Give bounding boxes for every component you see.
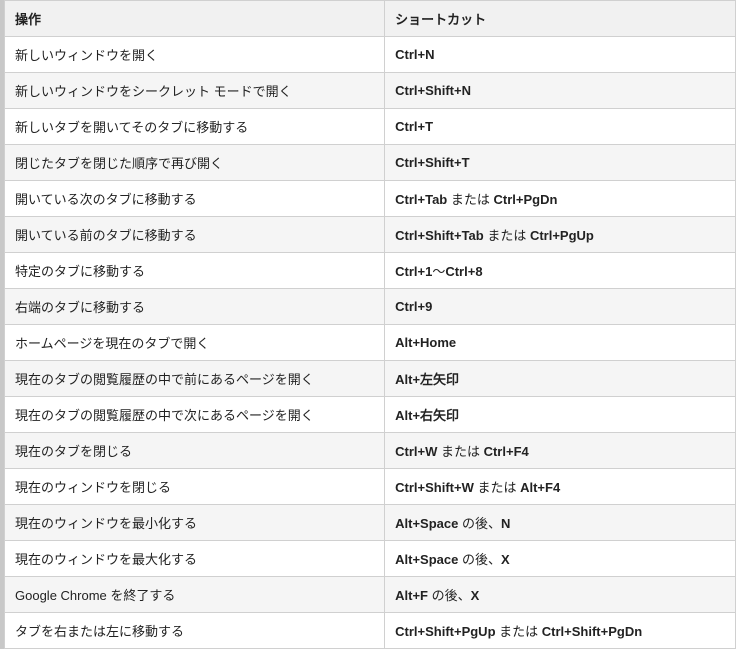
- action-cell: 現在のタブを閉じる: [5, 433, 385, 469]
- shortcut-text: の後、: [428, 588, 471, 603]
- shortcut-key: Ctrl+8: [445, 264, 482, 279]
- action-cell: タブを右または左に移動する: [5, 613, 385, 649]
- shortcut-key: Alt+Home: [395, 335, 456, 350]
- action-cell: 現在のウィンドウを最大化する: [5, 541, 385, 577]
- shortcut-cell: Alt+Space の後、X: [385, 541, 736, 577]
- action-cell: 開いている前のタブに移動する: [5, 217, 385, 253]
- table-row: 現在のタブの閲覧履歴の中で次にあるページを開く Alt+右矢印: [5, 397, 736, 433]
- header-shortcut: ショートカット: [385, 1, 736, 37]
- shortcut-key: Ctrl+PgUp: [530, 228, 594, 243]
- shortcut-key: Ctrl+Tab: [395, 192, 447, 207]
- shortcut-key: Ctrl+1: [395, 264, 432, 279]
- shortcut-key: Ctrl+Shift+Tab: [395, 228, 484, 243]
- table-row: 新しいウィンドウをシークレット モードで開く Ctrl+Shift+N: [5, 73, 736, 109]
- action-cell: 開いている次のタブに移動する: [5, 181, 385, 217]
- shortcut-cell: Ctrl+9: [385, 289, 736, 325]
- shortcut-key: Ctrl+F4: [484, 444, 529, 459]
- action-cell: 閉じたタブを閉じた順序で再び開く: [5, 145, 385, 181]
- shortcut-text: ～: [432, 264, 445, 279]
- shortcut-key: Ctrl+W: [395, 444, 437, 459]
- action-cell: 現在のタブの閲覧履歴の中で次にあるページを開く: [5, 397, 385, 433]
- shortcut-cell: Ctrl+1～Ctrl+8: [385, 253, 736, 289]
- shortcut-cell: Alt+左矢印: [385, 361, 736, 397]
- shortcut-key: Alt+F4: [520, 480, 560, 495]
- shortcut-key: Ctrl+9: [395, 299, 432, 314]
- table-row: 開いている前のタブに移動するCtrl+Shift+Tab または Ctrl+Pg…: [5, 217, 736, 253]
- table-row: 現在のウィンドウを閉じるCtrl+Shift+W または Alt+F4: [5, 469, 736, 505]
- shortcut-cell: Alt+Space の後、N: [385, 505, 736, 541]
- shortcut-text: の後、: [458, 552, 501, 567]
- table-row: Google Chrome を終了するAlt+F の後、X: [5, 577, 736, 613]
- table-row: 現在のウィンドウを最小化するAlt+Space の後、N: [5, 505, 736, 541]
- table-row: 現在のウィンドウを最大化するAlt+Space の後、X: [5, 541, 736, 577]
- shortcut-key: Ctrl+Shift+T: [395, 155, 469, 170]
- table-row: タブを右または左に移動するCtrl+Shift+PgUp または Ctrl+Sh…: [5, 613, 736, 649]
- shortcut-cell: Ctrl+Shift+N: [385, 73, 736, 109]
- action-cell: 現在のタブの閲覧履歴の中で前にあるページを開く: [5, 361, 385, 397]
- table-row: 閉じたタブを閉じた順序で再び開く Ctrl+Shift+T: [5, 145, 736, 181]
- shortcut-text: または: [496, 624, 542, 639]
- table-row: ホームページを現在のタブで開く Alt+Home: [5, 325, 736, 361]
- shortcut-table: 操作 ショートカット 新しいウィンドウを開く Ctrl+N 新しいウィンドウをシーク…: [4, 0, 736, 649]
- shortcut-key: Alt+Space: [395, 516, 458, 531]
- shortcut-cell: Ctrl+Shift+T: [385, 145, 736, 181]
- shortcut-cell: Ctrl+T: [385, 109, 736, 145]
- shortcut-key: Alt+F: [395, 588, 428, 603]
- table-row: 開いている次のタブに移動するCtrl+Tab または Ctrl+PgDn: [5, 181, 736, 217]
- shortcut-key: Alt+Space: [395, 552, 458, 567]
- action-cell: ホームページを現在のタブで開く: [5, 325, 385, 361]
- header-action: 操作: [5, 1, 385, 37]
- shortcut-text: または: [437, 444, 483, 459]
- shortcut-cell: Alt+F の後、X: [385, 577, 736, 613]
- action-cell: 現在のウィンドウを最小化する: [5, 505, 385, 541]
- table-row: 右端のタブに移動する Ctrl+9: [5, 289, 736, 325]
- action-cell: 現在のウィンドウを閉じる: [5, 469, 385, 505]
- shortcut-key: X: [471, 588, 480, 603]
- shortcut-cell: Alt+Home: [385, 325, 736, 361]
- shortcut-key: N: [501, 516, 510, 531]
- table-row: 現在のタブの閲覧履歴の中で前にあるページを開く Alt+左矢印: [5, 361, 736, 397]
- shortcut-key: Alt+右矢印: [395, 408, 459, 423]
- action-cell: 特定のタブに移動する: [5, 253, 385, 289]
- shortcut-text: の後、: [458, 516, 501, 531]
- shortcut-key: X: [501, 552, 510, 567]
- shortcut-text: または: [447, 192, 493, 207]
- shortcut-key: Alt+左矢印: [395, 372, 459, 387]
- shortcut-text: または: [484, 228, 530, 243]
- shortcut-cell: Ctrl+Shift+W または Alt+F4: [385, 469, 736, 505]
- shortcut-key: Ctrl+Shift+PgDn: [542, 624, 642, 639]
- table-row: 特定のタブに移動するCtrl+1～Ctrl+8: [5, 253, 736, 289]
- action-cell: 新しいウィンドウを開く: [5, 37, 385, 73]
- table-row: 現在のタブを閉じるCtrl+W または Ctrl+F4: [5, 433, 736, 469]
- shortcut-table-container: 操作 ショートカット 新しいウィンドウを開く Ctrl+N 新しいウィンドウをシーク…: [0, 0, 736, 649]
- shortcut-key: Ctrl+PgDn: [493, 192, 557, 207]
- shortcut-key: Ctrl+Shift+N: [395, 83, 471, 98]
- table-row: 新しいウィンドウを開く Ctrl+N: [5, 37, 736, 73]
- shortcut-cell: Ctrl+Tab または Ctrl+PgDn: [385, 181, 736, 217]
- shortcut-key: Ctrl+Shift+PgUp: [395, 624, 495, 639]
- table-row: 新しいタブを開いてそのタブに移動する Ctrl+T: [5, 109, 736, 145]
- shortcut-cell: Alt+右矢印: [385, 397, 736, 433]
- action-cell: 新しいウィンドウをシークレット モードで開く: [5, 73, 385, 109]
- shortcut-cell: Ctrl+Shift+PgUp または Ctrl+Shift+PgDn: [385, 613, 736, 649]
- action-cell: 新しいタブを開いてそのタブに移動する: [5, 109, 385, 145]
- shortcut-text: または: [474, 480, 520, 495]
- shortcut-cell: Ctrl+N: [385, 37, 736, 73]
- shortcut-key: Ctrl+T: [395, 119, 433, 134]
- action-cell: Google Chrome を終了する: [5, 577, 385, 613]
- shortcut-cell: Ctrl+W または Ctrl+F4: [385, 433, 736, 469]
- action-cell: 右端のタブに移動する: [5, 289, 385, 325]
- shortcut-key: Ctrl+Shift+W: [395, 480, 474, 495]
- shortcut-key: Ctrl+N: [395, 47, 434, 62]
- table-header-row: 操作 ショートカット: [5, 1, 736, 37]
- shortcut-cell: Ctrl+Shift+Tab または Ctrl+PgUp: [385, 217, 736, 253]
